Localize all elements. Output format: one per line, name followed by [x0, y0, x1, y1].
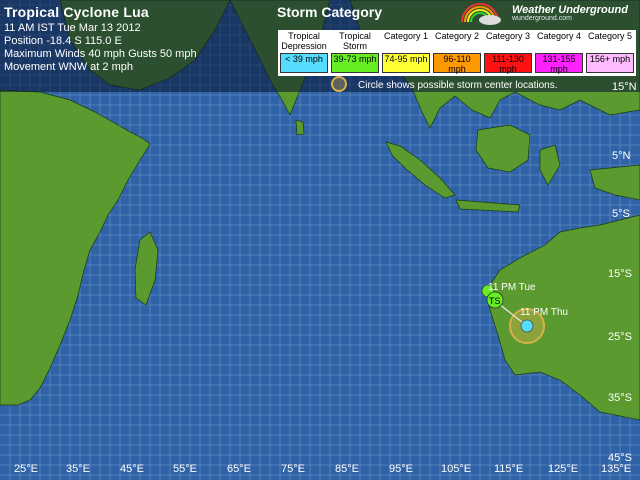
lon-label: 65°E — [227, 463, 251, 475]
track-label-tue: 11 PM Tue — [488, 282, 536, 293]
lon-label: 45°E — [120, 463, 144, 475]
lon-label: 115°E — [494, 463, 524, 475]
legend-swatch: 39-73 mph — [331, 53, 379, 73]
legend-item-label: Category 2 — [434, 31, 480, 41]
storm-info: 11 AM IST Tue Mar 13 2012 Position -18.4… — [4, 22, 197, 74]
storm-map-page: TS Tropical Cyclone Lua 11 AM IST Tue Ma… — [0, 0, 640, 480]
legend-item-label: Category 1 — [383, 31, 429, 41]
legend-item: Tropical Depression < 39 mph — [278, 30, 330, 76]
legend-swatch: 131-155 mph — [535, 53, 583, 74]
legend-title: Storm Category — [277, 4, 383, 20]
lat-label: 25°S — [608, 331, 632, 343]
legend-item: Category 4 131-155 mph — [533, 30, 585, 76]
storm-time: 11 AM IST Tue Mar 13 2012 — [4, 22, 141, 34]
sri-lanka-land — [295, 119, 305, 136]
lat-label: 35°S — [608, 392, 632, 404]
logo-subtext: wunderground.com — [512, 15, 572, 22]
storm-winds: Maximum Winds 40 mph Gusts 50 mph — [4, 48, 197, 60]
track-point-thu — [520, 319, 534, 333]
legend-swatch: 111-130 mph — [484, 53, 532, 74]
uncertainty-circle-icon — [331, 76, 347, 92]
lon-label: 55°E — [173, 463, 197, 475]
legend-swatch: 156+ mph — [586, 53, 634, 73]
legend-item-label: Category 3 — [485, 31, 531, 41]
lon-label: 85°E — [335, 463, 359, 475]
lat-label: 15°N — [612, 81, 637, 93]
lat-label: 5°N — [612, 150, 631, 162]
legend-item-label: Tropical Storm — [339, 31, 371, 51]
lon-label: 135°E — [601, 463, 632, 475]
legend-item: Category 1 74-95 mph — [380, 30, 432, 76]
storm-movement: Movement WNW at 2 mph — [4, 61, 133, 73]
current-category-label: TS — [489, 296, 501, 306]
legend-swatch: < 39 mph — [280, 53, 328, 73]
storm-title: Tropical Cyclone Lua — [4, 4, 149, 20]
lon-label: 95°E — [389, 463, 413, 475]
category-legend: Tropical Depression < 39 mph Tropical St… — [278, 30, 636, 76]
legend-item: Category 2 96-110 mph — [431, 30, 483, 76]
track-label-thu: 11 PM Thu — [520, 307, 568, 318]
legend-item: Category 5 156+ mph — [584, 30, 636, 76]
legend-swatch: 96-110 mph — [433, 53, 481, 74]
circle-note: Circle shows possible storm center locat… — [358, 80, 558, 91]
legend-item-label: Category 4 — [536, 31, 582, 41]
lat-label: 5°S — [612, 208, 630, 220]
rainbow-cloud-icon — [461, 3, 501, 25]
lon-label: 125°E — [548, 463, 579, 475]
legend-item: Tropical Storm 39-73 mph — [329, 30, 381, 76]
lon-label: 25°E — [14, 463, 38, 475]
lon-label: 75°E — [281, 463, 305, 475]
legend-item: Category 3 111-130 mph — [482, 30, 534, 76]
lat-label: 15°S — [608, 268, 632, 280]
storm-position: Position -18.4 S 115.0 E — [4, 35, 122, 47]
legend-swatch: 74-95 mph — [382, 53, 430, 73]
lon-label: 105°E — [441, 463, 472, 475]
lon-label: 35°E — [66, 463, 90, 475]
legend-item-label: Category 5 — [587, 31, 633, 41]
legend-item-label: Tropical Depression — [281, 31, 327, 51]
